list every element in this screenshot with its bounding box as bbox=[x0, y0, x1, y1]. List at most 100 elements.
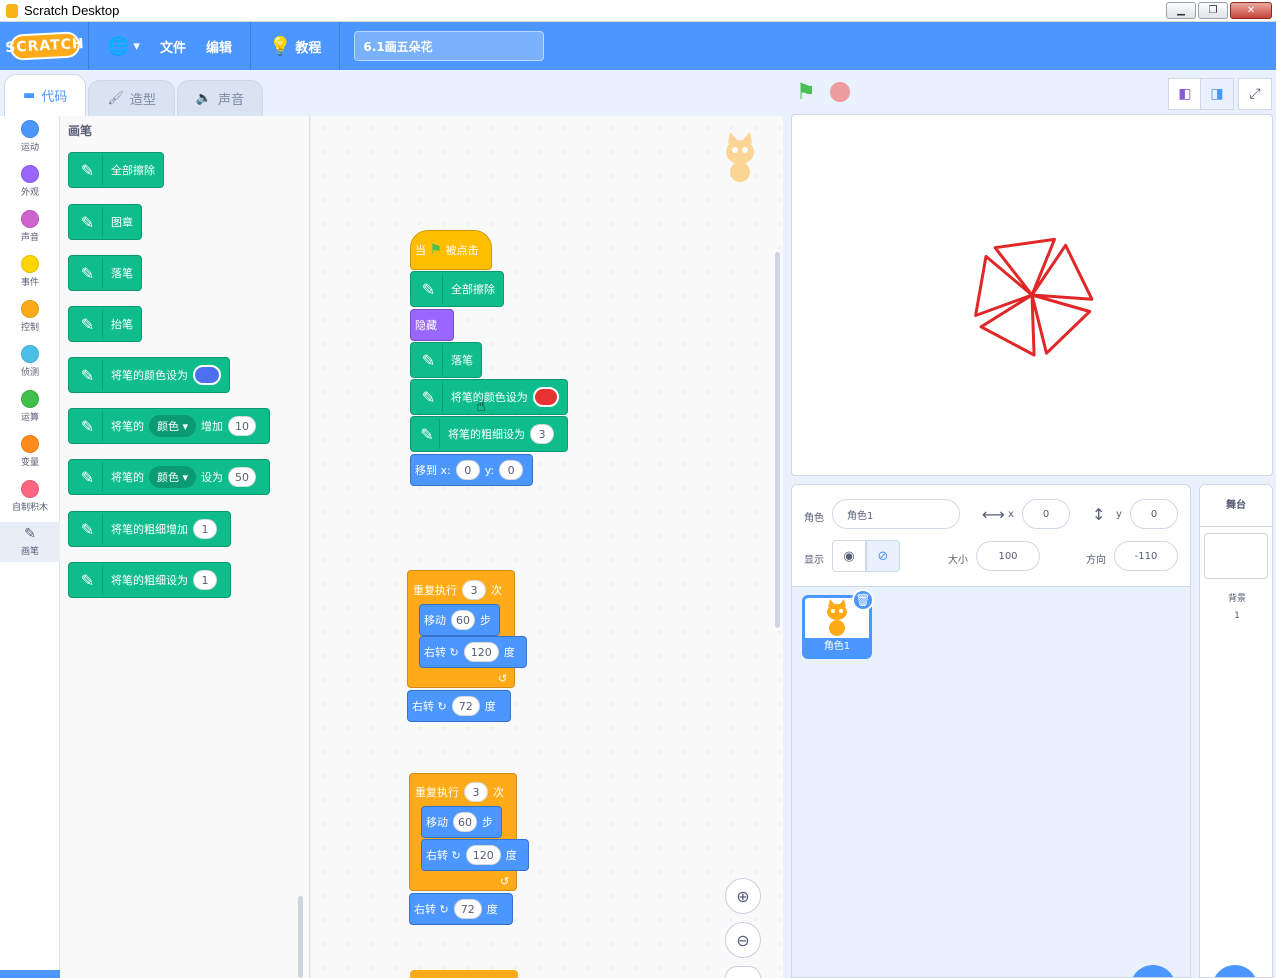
number-input[interactable]: 120 bbox=[463, 642, 499, 662]
number-input[interactable]: 0 bbox=[455, 460, 480, 480]
set-pen-param-block[interactable]: ✎ 将笔的 颜色 ▾ 设为 50 bbox=[68, 459, 271, 495]
edit-menu[interactable]: 编辑 bbox=[196, 22, 242, 70]
repeat-header: 重复执行 3 次 bbox=[413, 580, 502, 600]
number-input[interactable]: 60 bbox=[451, 610, 475, 630]
chevron-down-icon: ▾ bbox=[182, 470, 189, 484]
minimize-button[interactable]: ▁ bbox=[1166, 2, 1196, 19]
pen-clear-block[interactable]: ✎ 全部擦除 bbox=[410, 271, 504, 307]
go-to-xy-block[interactable]: 移到 x: 0 y: 0 bbox=[410, 454, 533, 486]
zoom-in-button[interactable]: ⊕ bbox=[725, 878, 761, 914]
repeat-block[interactable] bbox=[410, 970, 518, 978]
stage-canvas[interactable] bbox=[791, 114, 1273, 476]
set-pen-size-block[interactable]: ✎ 将笔的粗细设为 1 bbox=[68, 562, 231, 598]
number-input[interactable]: 120 bbox=[465, 845, 501, 865]
param-dropdown[interactable]: 颜色 ▾ bbox=[149, 415, 197, 437]
y-label: y bbox=[1116, 509, 1122, 520]
stage-thumbnail[interactable] bbox=[1204, 533, 1268, 579]
category-sensing[interactable]: 侦测 bbox=[0, 345, 60, 378]
number-input[interactable]: 50 bbox=[228, 467, 257, 487]
y-input[interactable]: 0 bbox=[1130, 499, 1178, 529]
pen-down-block[interactable]: ✎ 落笔 bbox=[410, 342, 482, 378]
add-sprite-button[interactable] bbox=[1130, 965, 1176, 977]
category-label: 声音 bbox=[20, 233, 39, 243]
stage-controls: ⚑ ◧ ◨ ⤢ bbox=[792, 76, 1276, 110]
add-backdrop-button[interactable] bbox=[1212, 965, 1258, 977]
turn-right-block[interactable]: 右转 ↻ 72 度 bbox=[409, 893, 513, 925]
rotate-right-icon: ↻ bbox=[449, 645, 459, 659]
category-sound[interactable]: 声音 bbox=[0, 210, 60, 243]
tab-costumes[interactable]: 🖌 造型 bbox=[88, 80, 175, 116]
color-swatch[interactable] bbox=[193, 365, 221, 385]
pen-up-block[interactable]: ✎ 抬笔 bbox=[68, 306, 142, 342]
number-input[interactable]: 72 bbox=[451, 696, 480, 716]
change-pen-param-block[interactable]: ✎ 将笔的 颜色 ▾ 增加 10 bbox=[68, 408, 271, 444]
green-flag-icon[interactable]: ⚑ bbox=[796, 80, 822, 106]
stage-selector[interactable]: 舞台 背景 1 bbox=[1199, 484, 1273, 978]
category-operators[interactable]: 运算 bbox=[0, 390, 60, 423]
category-control[interactable]: 控制 bbox=[0, 300, 60, 333]
show-hidden-button[interactable]: ⊘ bbox=[866, 540, 900, 572]
number-input[interactable]: 1 bbox=[193, 519, 217, 539]
change-pen-size-block[interactable]: ✎ 将笔的粗细增加 1 bbox=[68, 511, 231, 547]
color-swatch[interactable] bbox=[532, 387, 559, 407]
category-pen[interactable]: ✎ 画笔 bbox=[0, 522, 60, 562]
maximize-button[interactable]: ❐ bbox=[1198, 2, 1228, 19]
number-input[interactable]: 10 bbox=[228, 416, 257, 436]
set-pen-color-block[interactable]: ✎ 将笔的颜色设为 bbox=[410, 379, 568, 415]
small-stage-button[interactable]: ◧ bbox=[1168, 78, 1202, 110]
workspace-scrollbar[interactable] bbox=[775, 252, 780, 628]
number-input[interactable]: 3 bbox=[530, 424, 554, 444]
palette-scrollbar[interactable] bbox=[298, 896, 303, 978]
language-menu[interactable]: 🌐 ▾ bbox=[97, 22, 150, 70]
param-dropdown[interactable]: 颜色 ▾ bbox=[149, 466, 197, 488]
number-input[interactable]: 0 bbox=[499, 460, 524, 480]
turn-right-block[interactable]: 右转 ↻ 120 度 bbox=[419, 636, 527, 668]
category-label: 侦测 bbox=[20, 368, 39, 378]
stop-icon[interactable] bbox=[830, 82, 850, 102]
sprite-pane: 角色 角色1 ⟷ x 0 ↕ y 0 显示 ◉ ⊘ 大小 100 方向 -110… bbox=[791, 484, 1191, 978]
turn-right-block[interactable]: 右转 ↻ 72 度 bbox=[407, 690, 511, 722]
number-input[interactable]: 72 bbox=[453, 899, 482, 919]
block-palette: 画笔 ✎ 全部擦除 ✎ 图章 ✎ 落笔 ✎ 抬笔 ✎ 将笔的颜色设为 ✎ 将笔的 颜色 ▾ 增加… bbox=[60, 116, 310, 978]
category-my-blocks[interactable]: 自制积木 bbox=[0, 480, 60, 513]
category-variables[interactable]: 变量 bbox=[0, 435, 60, 468]
delete-sprite-button[interactable]: 🗑 bbox=[852, 589, 874, 611]
block-label: 重复执行 bbox=[415, 786, 459, 799]
category-events[interactable]: 事件 bbox=[0, 255, 60, 288]
code-workspace[interactable] bbox=[311, 116, 783, 978]
fullscreen-button[interactable]: ⤢ bbox=[1238, 78, 1272, 110]
hide-block[interactable]: 隐藏 bbox=[410, 309, 454, 341]
number-input[interactable]: 60 bbox=[453, 812, 477, 832]
when-flag-clicked-block[interactable]: 当 ⚑ 被点击 bbox=[410, 230, 492, 270]
show-visible-button[interactable]: ◉ bbox=[832, 540, 866, 572]
x-input[interactable]: 0 bbox=[1022, 499, 1070, 529]
tutorials-menu[interactable]: 💡 教程 bbox=[259, 22, 331, 70]
category-motion[interactable]: 运动 bbox=[0, 120, 60, 153]
sprite-name-input[interactable]: 角色1 bbox=[832, 499, 960, 529]
tab-code[interactable]: ▬ 代码 bbox=[4, 74, 87, 116]
file-menu[interactable]: 文件 bbox=[150, 22, 196, 70]
block-label: 将笔的粗细设为 bbox=[448, 428, 525, 441]
close-button[interactable]: ✕ bbox=[1230, 2, 1272, 19]
move-steps-block[interactable]: 移动 60 步 bbox=[419, 604, 500, 636]
pen-stamp-block[interactable]: ✎ 图章 bbox=[68, 204, 142, 240]
size-input[interactable]: 100 bbox=[976, 541, 1040, 571]
block-label: 图章 bbox=[111, 216, 133, 229]
number-input[interactable]: 3 bbox=[464, 782, 488, 802]
category-looks[interactable]: 外观 bbox=[0, 165, 60, 198]
set-pen-color-block[interactable]: ✎ 将笔的颜色设为 bbox=[68, 357, 230, 393]
pen-clear-block[interactable]: ✎ 全部擦除 bbox=[68, 152, 164, 188]
number-input[interactable]: 1 bbox=[193, 570, 217, 590]
turn-right-block[interactable]: 右转 ↻ 120 度 bbox=[421, 839, 529, 871]
direction-input[interactable]: -110 bbox=[1114, 541, 1178, 571]
number-input[interactable]: 3 bbox=[462, 580, 486, 600]
pen-down-block[interactable]: ✎ 落笔 bbox=[68, 255, 142, 291]
zoom-out-button[interactable]: ⊖ bbox=[725, 922, 761, 958]
project-title-input[interactable]: 6.1画五朵花 bbox=[354, 31, 545, 61]
zoom-reset-button[interactable] bbox=[725, 966, 761, 978]
large-stage-button[interactable]: ◨ bbox=[1200, 78, 1234, 110]
tab-sounds[interactable]: 🔈 声音 bbox=[176, 80, 264, 116]
set-pen-size-block[interactable]: ✎ 将笔的粗细设为 3 bbox=[410, 416, 568, 452]
move-steps-block[interactable]: 移动 60 步 bbox=[421, 806, 502, 838]
scratch-logo[interactable]: SCRATCH bbox=[5, 31, 85, 61]
